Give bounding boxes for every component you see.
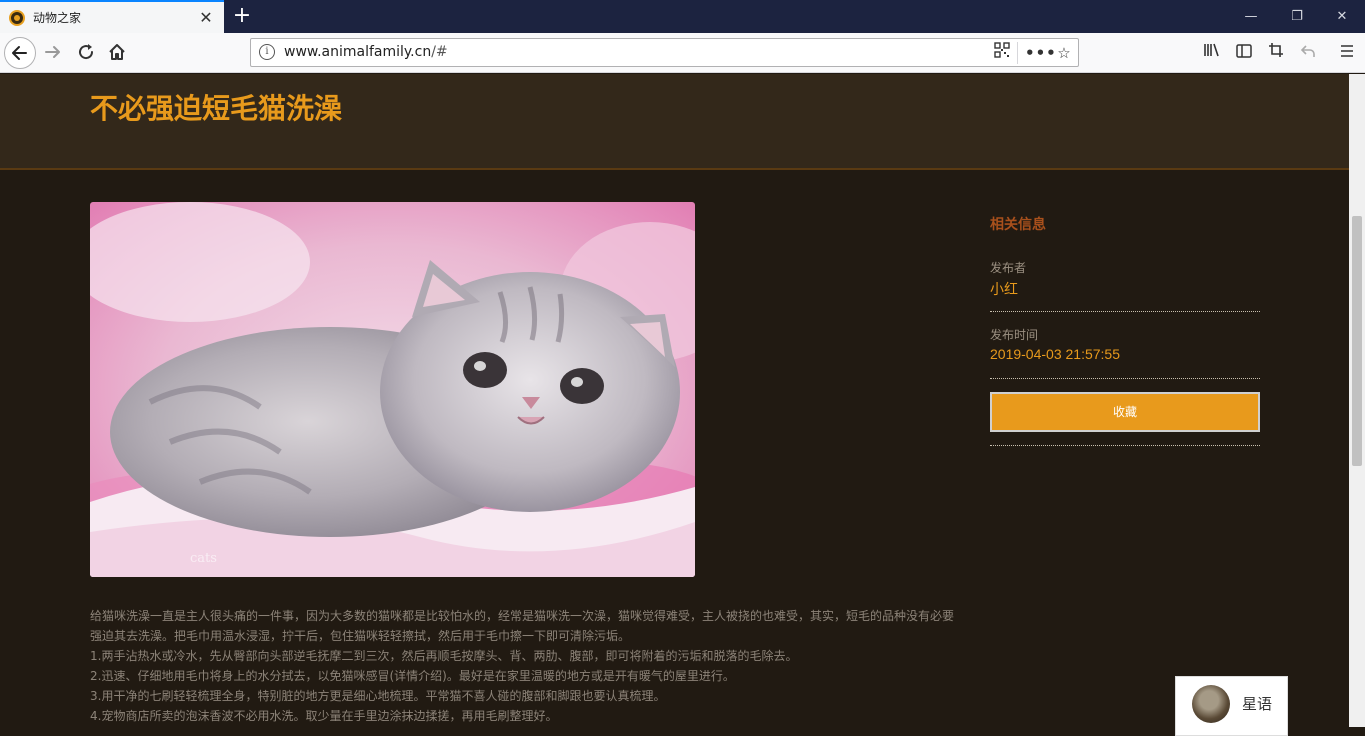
forward-icon[interactable] bbox=[42, 41, 64, 63]
article-paragraph: 给猫咪洗澡一直是主人很头痛的一件事，因为大多数的猫咪都是比较怕水的，经常是猫咪洗… bbox=[90, 609, 955, 643]
url-separator bbox=[1017, 42, 1018, 64]
title-header: 不必强迫短毛猫洗澡 bbox=[0, 74, 1349, 170]
article-body: 给猫咪洗澡一直是主人很头痛的一件事，因为大多数的猫咪都是比较怕水的，经常是猫咪洗… bbox=[90, 606, 960, 726]
address-bar[interactable]: i www.animalfamily.cn/# ••• ☆ bbox=[250, 38, 1079, 67]
back-icon bbox=[12, 46, 27, 60]
url-path: /# bbox=[431, 44, 448, 60]
chat-widget[interactable]: 星语 bbox=[1175, 676, 1288, 736]
kitten-photo: cats bbox=[90, 202, 695, 577]
browser-nav-bar: i www.animalfamily.cn/# ••• ☆ bbox=[0, 33, 1365, 73]
screenshot-icon[interactable] bbox=[1265, 42, 1287, 64]
publisher-label: 发布者 bbox=[990, 261, 1027, 275]
page-viewport: 不必强迫短毛猫洗澡 cats 相关信息 发布者 小红 发布时间 2019-04-… bbox=[0, 74, 1349, 727]
back-button[interactable] bbox=[4, 37, 36, 69]
article-paragraph: 4.宠物商店所卖的泡沫香波不必用水洗。取少量在手里边涂抹边揉搓，再用毛刷整理好。 bbox=[90, 709, 558, 723]
page-title: 不必强迫短毛猫洗澡 bbox=[90, 92, 343, 125]
url-text[interactable]: www.animalfamily.cn/# bbox=[284, 44, 448, 60]
site-info-icon[interactable]: i bbox=[259, 44, 275, 60]
avatar bbox=[1192, 685, 1230, 723]
tab-title: 动物之家 bbox=[33, 11, 82, 25]
qr-code-icon[interactable] bbox=[991, 42, 1013, 64]
home-icon[interactable] bbox=[106, 41, 128, 63]
divider bbox=[990, 445, 1260, 446]
sidebar-icon[interactable] bbox=[1233, 42, 1255, 64]
scrollbar-thumb[interactable] bbox=[1352, 216, 1362, 466]
divider bbox=[990, 378, 1260, 379]
divider bbox=[990, 311, 1260, 312]
more-icon[interactable]: ••• bbox=[1025, 42, 1056, 64]
page-scrollbar[interactable] bbox=[1349, 74, 1365, 727]
undo-icon[interactable] bbox=[1297, 42, 1319, 64]
close-window-icon[interactable]: ✕ bbox=[1319, 0, 1365, 33]
article-paragraph: 2.迅速、仔细地用毛巾将身上的水分拭去，以免猫咪感冒(详情介绍)。最好是在家里温… bbox=[90, 669, 735, 683]
menu-icon[interactable] bbox=[1336, 42, 1358, 64]
new-tab-button[interactable]: + bbox=[229, 3, 255, 29]
library-icon[interactable] bbox=[1201, 42, 1223, 64]
article-paragraph: 3.用干净的七刷轻轻梳理全身，特别脏的地方更是细心地梳理。平常猫不喜人碰的腹部和… bbox=[90, 689, 666, 703]
close-tab-icon[interactable]: ✕ bbox=[194, 6, 218, 30]
restore-window-icon[interactable]: ❐ bbox=[1274, 0, 1320, 33]
url-host: www.animalfamily.cn bbox=[284, 44, 432, 60]
minimize-window-icon[interactable]: — bbox=[1228, 0, 1274, 33]
related-info-sidebar: 相关信息 发布者 小红 发布时间 2019-04-03 21:57:55 收藏 bbox=[990, 214, 1260, 446]
chat-widget-label: 星语 bbox=[1242, 695, 1273, 713]
reload-icon[interactable] bbox=[75, 41, 97, 63]
publish-time-value: 2019-04-03 21:57:55 bbox=[990, 346, 1120, 362]
favorite-button[interactable]: 收藏 bbox=[990, 392, 1260, 432]
publish-time-label: 发布时间 bbox=[990, 328, 1039, 342]
publisher-value: 小红 bbox=[990, 282, 1018, 298]
related-info-heading: 相关信息 bbox=[990, 217, 1046, 233]
bookmark-star-icon[interactable]: ☆ bbox=[1053, 42, 1075, 64]
browser-tab-bar: 动物之家 ✕ + — ❐ ✕ bbox=[0, 0, 1365, 33]
browser-tab-active[interactable]: 动物之家 ✕ bbox=[0, 0, 224, 33]
article-paragraph: 1.两手沾热水或冷水，先从臀部向头部逆毛抚摩二到三次，然后再顺毛按摩头、背、两肋… bbox=[90, 649, 798, 663]
site-favicon-icon bbox=[9, 9, 25, 26]
svg-text:cats: cats bbox=[190, 551, 217, 566]
